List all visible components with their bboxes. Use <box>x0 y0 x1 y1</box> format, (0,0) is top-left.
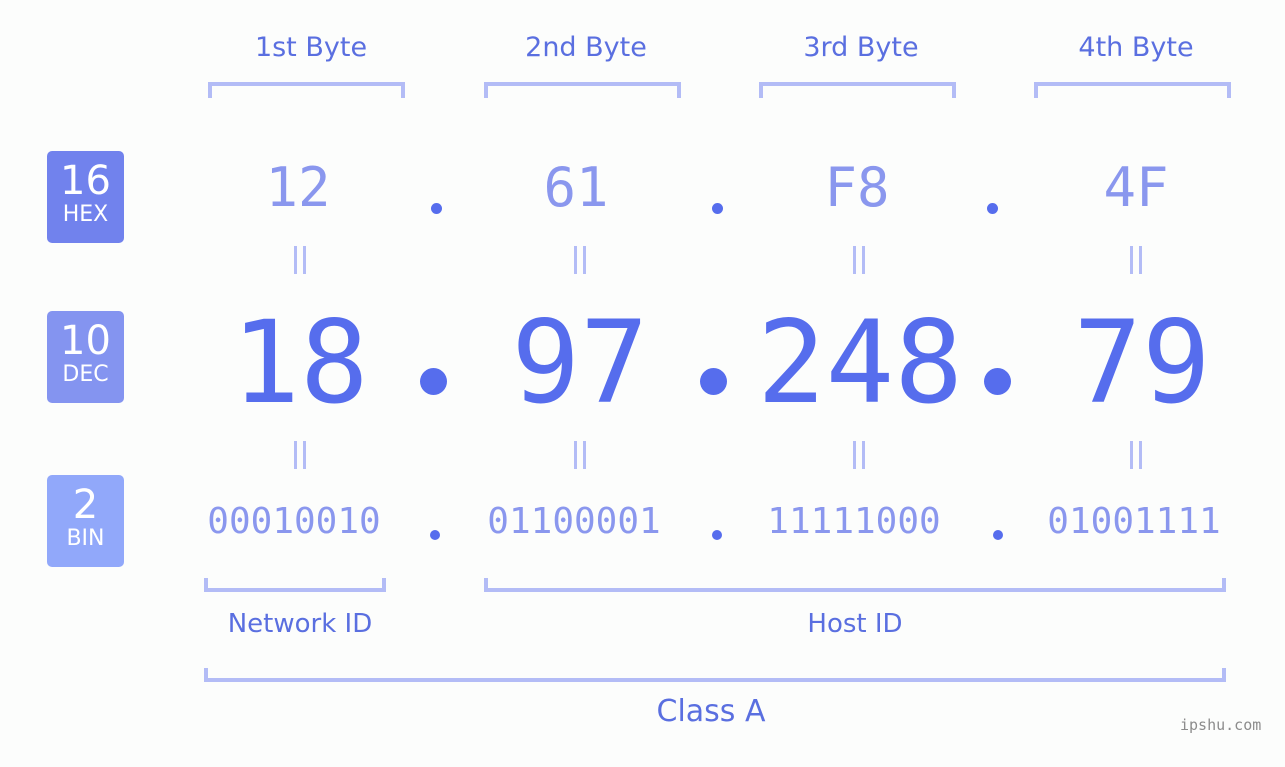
bin-separator-2 <box>712 530 722 540</box>
equals-icon <box>839 441 879 477</box>
network-id-label: Network ID <box>227 609 373 639</box>
dec-separator-2 <box>700 368 727 395</box>
dec-byte-1: 18 <box>231 296 369 429</box>
byte-bracket-3 <box>759 82 956 98</box>
dec-badge: 10 DEC <box>47 311 124 403</box>
dec-byte-2: 97 <box>511 296 649 429</box>
hex-base: 16 <box>60 158 111 204</box>
dec-label: DEC <box>62 362 109 387</box>
host-id-label: Host ID <box>807 609 903 639</box>
equals-icon <box>1116 246 1156 282</box>
bin-separator-3 <box>993 530 1003 540</box>
dec-base: 10 <box>60 318 111 364</box>
dec-separator-3 <box>984 368 1011 395</box>
network-id-bracket <box>204 578 386 592</box>
bin-base: 2 <box>72 482 99 528</box>
equals-icon <box>560 246 600 282</box>
bin-byte-2: 01100001 <box>487 501 661 542</box>
host-id-bracket <box>484 578 1226 592</box>
byte-header-4: 4th Byte <box>1078 32 1194 63</box>
equals-icon <box>280 441 320 477</box>
dec-byte-3: 248 <box>757 296 963 429</box>
hex-byte-4: 4F <box>1103 156 1169 219</box>
hex-byte-1: 12 <box>265 156 331 219</box>
equals-icon <box>839 246 879 282</box>
watermark: ipshu.com <box>1180 716 1262 734</box>
class-bracket <box>204 668 1226 682</box>
hex-byte-3: F8 <box>824 156 890 219</box>
equals-icon <box>1116 441 1156 477</box>
byte-header-3: 3rd Byte <box>803 32 919 63</box>
hex-badge: 16 HEX <box>47 151 124 243</box>
hex-separator-2 <box>712 203 723 214</box>
dec-byte-4: 79 <box>1073 296 1211 429</box>
dec-separator-1 <box>420 368 447 395</box>
hex-byte-2: 61 <box>543 156 609 219</box>
hex-separator-1 <box>431 203 442 214</box>
byte-header-1: 1st Byte <box>254 32 368 63</box>
byte-bracket-4 <box>1034 82 1231 98</box>
bin-byte-4: 01001111 <box>1047 501 1221 542</box>
bin-separator-1 <box>430 530 440 540</box>
bin-byte-3: 11111000 <box>767 501 941 542</box>
byte-bracket-2 <box>484 82 681 98</box>
equals-icon <box>560 441 600 477</box>
byte-header-2: 2nd Byte <box>525 32 647 63</box>
hex-label: HEX <box>62 202 109 227</box>
hex-separator-3 <box>987 203 998 214</box>
byte-bracket-1 <box>208 82 405 98</box>
equals-icon <box>280 246 320 282</box>
bin-label: BIN <box>66 526 105 551</box>
bin-badge: 2 BIN <box>47 475 124 567</box>
class-label: Class A <box>656 694 766 729</box>
bin-byte-1: 00010010 <box>207 501 381 542</box>
